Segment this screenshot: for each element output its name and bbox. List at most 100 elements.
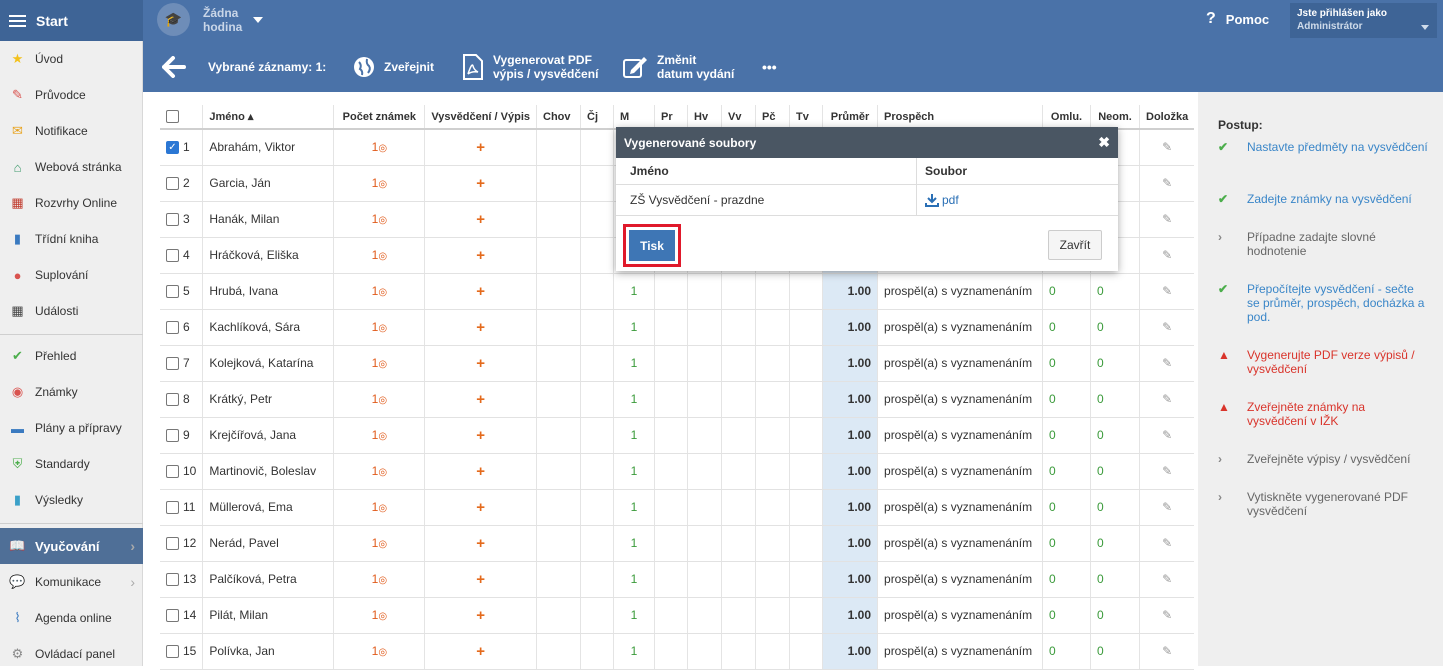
edit-clause-button[interactable]: ✎ xyxy=(1139,453,1195,490)
sidebar-item-web[interactable]: ⌂ Webová stránka xyxy=(0,149,143,185)
edit-clause-button[interactable]: ✎ xyxy=(1139,525,1195,562)
add-report-button[interactable]: + xyxy=(424,273,537,310)
grade-count-cell[interactable]: 1◎ xyxy=(333,597,425,634)
grade-count-cell[interactable]: 1◎ xyxy=(333,561,425,598)
edit-clause-button[interactable]: ✎ xyxy=(1139,309,1195,346)
row-checkbox[interactable] xyxy=(166,321,179,335)
col-header-name[interactable]: Jméno ▴ xyxy=(202,105,334,130)
publish-button[interactable]: Zveřejnit xyxy=(353,41,434,92)
edit-clause-button[interactable]: ✎ xyxy=(1139,633,1195,670)
add-report-button[interactable]: + xyxy=(424,489,537,526)
sidebar-item-rozvrhy[interactable]: ▦ Rozvrhy Online xyxy=(0,185,143,221)
sidebar-item-znamky[interactable]: ◉ Známky xyxy=(0,374,143,410)
row-checkbox[interactable] xyxy=(166,357,179,371)
table-row[interactable]: 15 Polívka, Jan 1◎ +1 1.00 prospěl(a) s vyzna… xyxy=(160,633,1195,670)
close-button[interactable]: Zavřít xyxy=(1048,230,1102,260)
select-all-checkbox[interactable] xyxy=(166,110,179,123)
row-checkbox[interactable] xyxy=(166,573,179,587)
row-checkbox[interactable] xyxy=(166,213,179,227)
step-publish-reports[interactable]: › Zveřejněte výpisy / vysvědčení xyxy=(1218,452,1428,466)
row-checkbox[interactable] xyxy=(166,249,179,263)
row-checkbox[interactable]: ✓ xyxy=(166,141,179,155)
add-report-button[interactable]: + xyxy=(424,237,537,274)
sidebar-item-tridni-kniha[interactable]: ▮ Třídní kniha xyxy=(0,221,143,257)
add-report-button[interactable]: + xyxy=(424,129,537,166)
grade-count-cell[interactable]: 1◎ xyxy=(333,201,425,238)
row-checkbox[interactable] xyxy=(166,645,179,659)
table-row[interactable]: 7 Kolejková, Katarína 1◎ +1 1.00 prospěl(a) s… xyxy=(160,345,1195,382)
step-set-subjects[interactable]: ✔ Nastavte předměty na vysvědčení xyxy=(1218,140,1428,154)
row-checkbox[interactable] xyxy=(166,393,179,407)
add-report-button[interactable]: + xyxy=(424,309,537,346)
help-button[interactable]: ? Pomoc xyxy=(1206,10,1269,28)
table-row[interactable]: 12 Nerád, Pavel 1◎ +1 1.00 prospěl(a) s vyzna… xyxy=(160,525,1195,562)
table-row[interactable]: 5 Hrubá, Ivana 1◎ +1 1.00 prospěl(a) s vyznam… xyxy=(160,273,1195,310)
sidebar-item-suplovani[interactable]: ● Suplování xyxy=(0,257,143,293)
sidebar-item-pruvodce[interactable]: ✎ Průvodce xyxy=(0,77,143,113)
back-button[interactable] xyxy=(162,41,186,92)
grade-count-cell[interactable]: 1◎ xyxy=(333,165,425,202)
sidebar-item-vysledky[interactable]: ▮ Výsledky xyxy=(0,482,143,518)
table-row[interactable]: 9 Krejčířová, Jana 1◎ +1 1.00 prospěl(a) s vy… xyxy=(160,417,1195,454)
grade-count-cell[interactable]: 1◎ xyxy=(333,453,425,490)
add-report-button[interactable]: + xyxy=(424,453,537,490)
sidebar-item-vyucovani[interactable]: 📖 Vyučování › xyxy=(0,528,143,564)
step-generate-pdf[interactable]: ▲ Vygenerujte PDF verze výpisů / vysvědče… xyxy=(1218,348,1428,376)
table-row[interactable]: 10 Martinovič, Boleslav 1◎ +1 1.00 prospěl(a)… xyxy=(160,453,1195,490)
sidebar-item-ovladaci-panel[interactable]: ⚙ Ovládací panel xyxy=(0,636,143,672)
grade-count-cell[interactable]: 1◎ xyxy=(333,633,425,670)
grade-count-cell[interactable]: 1◎ xyxy=(333,309,425,346)
step-enter-grades[interactable]: ✔ Zadejte známky na vysvědčení xyxy=(1218,192,1428,206)
add-report-button[interactable]: + xyxy=(424,633,537,670)
add-report-button[interactable]: + xyxy=(424,165,537,202)
edit-clause-button[interactable]: ✎ xyxy=(1139,201,1195,238)
row-checkbox[interactable] xyxy=(166,465,179,479)
sidebar-item-plany[interactable]: ▬ Plány a přípravy xyxy=(0,410,143,446)
edit-clause-button[interactable]: ✎ xyxy=(1139,489,1195,526)
add-report-button[interactable]: + xyxy=(424,345,537,382)
edit-clause-button[interactable]: ✎ xyxy=(1139,165,1195,202)
add-report-button[interactable]: + xyxy=(424,381,537,418)
table-row[interactable]: 6 Kachlíková, Sára 1◎ +1 1.00 prospěl(a) s vy… xyxy=(160,309,1195,346)
table-row[interactable]: 11 Müllerová, Ema 1◎ +1 1.00 prospěl(a) s vyz… xyxy=(160,489,1195,526)
grade-count-cell[interactable]: 1◎ xyxy=(333,489,425,526)
step-verbal-evaluation[interactable]: › Případne zadajte slovné hodnotenie xyxy=(1218,230,1428,258)
row-checkbox[interactable] xyxy=(166,177,179,191)
more-actions-button[interactable]: ••• xyxy=(762,41,777,92)
row-checkbox[interactable] xyxy=(166,609,179,623)
grade-count-cell[interactable]: 1◎ xyxy=(333,273,425,310)
table-row[interactable]: 13 Palčíková, Petra 1◎ +1 1.00 prospěl(a) s v… xyxy=(160,561,1195,598)
edit-clause-button[interactable]: ✎ xyxy=(1139,129,1195,166)
edit-clause-button[interactable]: ✎ xyxy=(1139,273,1195,310)
add-report-button[interactable]: + xyxy=(424,417,537,454)
edit-clause-button[interactable]: ✎ xyxy=(1139,561,1195,598)
close-icon[interactable]: ✖ xyxy=(1098,134,1110,151)
row-checkbox[interactable] xyxy=(166,537,179,551)
add-report-button[interactable]: + xyxy=(424,201,537,238)
edit-clause-button[interactable]: ✎ xyxy=(1139,345,1195,382)
grade-count-cell[interactable]: 1◎ xyxy=(333,525,425,562)
step-recalculate[interactable]: ✔ Přepočítejte vysvědčení - sečte se prům… xyxy=(1218,282,1428,324)
edit-clause-button[interactable]: ✎ xyxy=(1139,381,1195,418)
sidebar-item-komunikace[interactable]: 💬 Komunikace › xyxy=(0,564,143,600)
lesson-selector[interactable]: 🎓 Žádna hodina xyxy=(157,3,263,36)
grade-count-cell[interactable]: 1◎ xyxy=(333,237,425,274)
step-publish-grades[interactable]: ▲ Zveřejněte známky na vysvědčení v IŽK xyxy=(1218,400,1428,428)
edit-clause-button[interactable]: ✎ xyxy=(1139,237,1195,274)
step-print-pdf[interactable]: › Vytiskněte vygenerované PDF vysvědčení xyxy=(1218,490,1428,518)
table-row[interactable]: 14 Pilát, Milan 1◎ +1 1.00 prospěl(a) s vyzna… xyxy=(160,597,1195,634)
pdf-download-link[interactable]: pdf xyxy=(916,185,959,215)
grade-count-cell[interactable]: 1◎ xyxy=(333,381,425,418)
grade-count-cell[interactable]: 1◎ xyxy=(333,345,425,382)
generate-pdf-button[interactable]: Vygenerovat PDF výpis / vysvědčení xyxy=(462,41,598,92)
table-row[interactable]: 8 Krátký, Petr 1◎ +1 1.00 prospěl(a) s vyznam… xyxy=(160,381,1195,418)
sidebar-item-prehled[interactable]: ✔ Přehled xyxy=(0,338,143,374)
sidebar-item-standardy[interactable]: ⛨ Standardy xyxy=(0,446,143,482)
grade-count-cell[interactable]: 1◎ xyxy=(333,129,425,166)
add-report-button[interactable]: + xyxy=(424,597,537,634)
add-report-button[interactable]: + xyxy=(424,525,537,562)
row-checkbox[interactable] xyxy=(166,429,179,443)
row-checkbox[interactable] xyxy=(166,501,179,515)
start-menu-button[interactable]: Start xyxy=(0,0,143,41)
sidebar-item-notifikace[interactable]: ✉ Notifikace xyxy=(0,113,143,149)
